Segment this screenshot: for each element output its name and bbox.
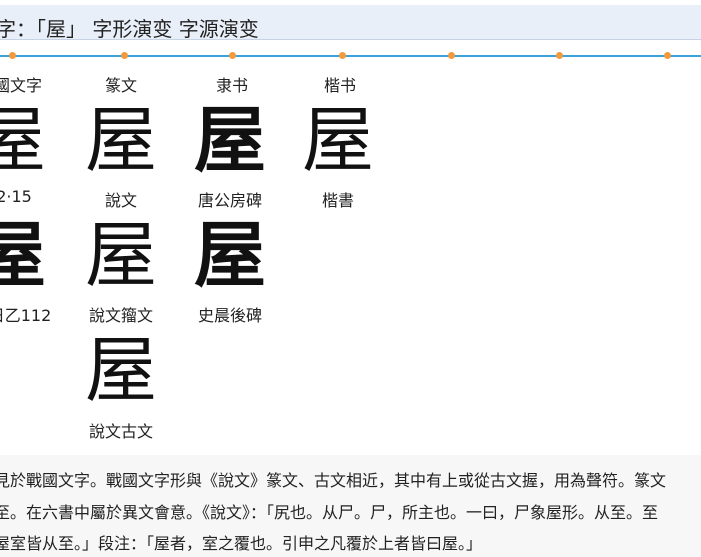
timeline-line xyxy=(0,55,701,57)
glyph-image[interactable]: 屋 xyxy=(194,100,266,180)
column-label-seal: 篆文 xyxy=(104,76,138,95)
timeline-dot[interactable] xyxy=(448,52,455,59)
explanation-line: 見於戰國文字。戰國文字形與《說文》篆文、古文相近，其中有上或從古文握，用為聲符。… xyxy=(0,471,667,490)
glyph-source: 說文籀文 xyxy=(88,306,154,325)
timeline-dot[interactable] xyxy=(9,52,16,59)
glyph-source: 說文 xyxy=(104,191,138,210)
column-label-regular: 楷书 xyxy=(323,76,357,95)
glyph-image[interactable]: 屋 xyxy=(194,215,266,295)
explanation-line: 至。在六書中屬於異文會意。《說文》：「尻也。从尸。尸，所主也。一曰，尸象屋形。从… xyxy=(0,503,659,522)
timeline-dot[interactable] xyxy=(556,52,563,59)
glyph-source: 楷書 xyxy=(321,191,355,210)
timeline-dot[interactable] xyxy=(664,52,671,59)
glyph-source: 日乙112 xyxy=(0,306,52,325)
glyph-source: 史晨後碑 xyxy=(197,306,263,325)
glyph-image[interactable]: 屋 xyxy=(85,215,157,295)
column-label-warring-states: 國文字 xyxy=(0,76,43,95)
glyph-image[interactable]: 屋 xyxy=(0,100,46,180)
glyph-source: 2·15 xyxy=(0,187,32,206)
glyph-image[interactable]: 屋 xyxy=(302,100,374,180)
page-title: 字：「屋」 字形演变 字源演变 xyxy=(0,17,259,41)
explanation-panel: 見於戰國文字。戰國文字形與《說文》篆文、古文相近，其中有上或從古文握，用為聲符。… xyxy=(0,455,701,557)
column-label-clerical: 隶书 xyxy=(215,76,249,95)
glyph-image[interactable]: 屋 xyxy=(85,330,157,410)
glyph-source: 說文古文 xyxy=(88,422,154,441)
glyph-source: 唐公房碑 xyxy=(197,191,263,210)
timeline-dot[interactable] xyxy=(339,52,346,59)
glyph-image[interactable]: 屋 xyxy=(0,215,46,295)
title-bar: 字：「屋」 字形演变 字源演变 xyxy=(0,5,701,41)
explanation-line: 屋室皆从至。」段注：「屋者，室之覆也。引申之凡覆於上者皆曰屋。」 xyxy=(0,534,483,553)
glyph-image[interactable]: 屋 xyxy=(85,100,157,180)
timeline-dot[interactable] xyxy=(229,52,236,59)
timeline-dot[interactable] xyxy=(121,52,128,59)
